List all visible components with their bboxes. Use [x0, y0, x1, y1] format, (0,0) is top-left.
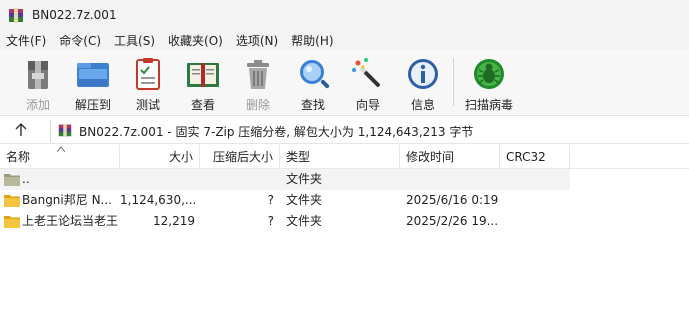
sort-ascending-icon: [57, 147, 65, 152]
archive-icon: [58, 123, 72, 137]
virus-scan-icon: [474, 59, 504, 89]
row-name: ..: [22, 172, 30, 186]
add-icon: [28, 61, 48, 89]
address-separator: [50, 120, 51, 142]
menu-commands[interactable]: 命令(C): [59, 32, 101, 49]
column-header-name[interactable]: 名称: [0, 145, 120, 169]
row-name: 上老王论坛当老王: [22, 214, 118, 228]
extract-to-button[interactable]: 解压到: [66, 55, 120, 113]
column-header-modified[interactable]: 修改时间: [400, 145, 500, 169]
menu-tools[interactable]: 工具(S): [114, 32, 155, 49]
test-button[interactable]: 测试: [121, 55, 175, 113]
folder-icon: [4, 216, 20, 228]
menu-file[interactable]: 文件(F): [6, 32, 46, 49]
info-button[interactable]: 信息: [396, 55, 450, 113]
file-list-header: 名称 大小 压缩后大小 类型 修改时间 CRC32: [0, 145, 689, 169]
extract-to-icon: [77, 63, 109, 87]
row-type: 文件夹: [286, 172, 323, 186]
test-icon: [136, 58, 160, 90]
window-title: BN022.7z.001: [32, 8, 117, 22]
title-bar: BN022.7z.001: [0, 0, 689, 30]
table-row[interactable]: 上老王论坛当老王 12,219 ? 文件夹 2025/2/26 19...: [0, 211, 570, 232]
row-size: 1,124,630,...: [120, 193, 195, 207]
find-button[interactable]: 查找: [286, 55, 340, 113]
folder-icon: [4, 174, 20, 186]
wizard-button[interactable]: 向导: [341, 55, 395, 113]
column-header-packed-size[interactable]: 压缩后大小: [200, 145, 280, 169]
column-header-crc32[interactable]: CRC32: [500, 145, 570, 169]
archive-path-text: BN022.7z.001 - 固实 7-Zip 压缩分卷, 解包大小为 1,12…: [79, 125, 474, 139]
menu-help[interactable]: 帮助(H): [291, 32, 333, 49]
table-row[interactable]: .. 文件夹: [0, 169, 570, 190]
delete-button[interactable]: 删除: [231, 55, 285, 113]
row-name: Bangni邦尼 N...: [22, 193, 112, 207]
address-bar: BN022.7z.001 - 固实 7-Zip 压缩分卷, 解包大小为 1,12…: [0, 117, 689, 144]
info-icon: [408, 59, 438, 89]
trash-icon: [247, 60, 269, 89]
scan-virus-button[interactable]: 扫描病毒: [459, 55, 519, 113]
wizard-wand-icon: [352, 58, 381, 88]
add-button[interactable]: 添加: [11, 55, 65, 113]
row-size: 12,219: [153, 214, 195, 228]
toolbar-separator: [453, 58, 454, 106]
winrar-app-icon: [9, 8, 23, 23]
up-arrow-icon[interactable]: [13, 122, 29, 138]
row-type: 文件夹: [286, 214, 323, 228]
column-header-type[interactable]: 类型: [280, 145, 400, 169]
row-packed-size: ?: [267, 214, 274, 228]
row-modified: 2025/6/16 0:19: [406, 193, 498, 207]
row-modified: 2025/2/26 19...: [406, 214, 498, 228]
view-book-icon: [187, 63, 219, 87]
toolbar: 添加 解压到 测试 查看 删除 查找 向导 信息 扫描病毒: [0, 50, 689, 116]
menu-favorites[interactable]: 收藏夹(O): [168, 32, 223, 49]
table-row[interactable]: Bangni邦尼 N... 1,124,630,... ? 文件夹 2025/6…: [0, 190, 570, 211]
menu-bar: 文件(F) 命令(C) 工具(S) 收藏夹(O) 选项(N) 帮助(H): [0, 30, 689, 50]
magnifier-icon: [300, 60, 330, 89]
column-header-size[interactable]: 大小: [120, 145, 200, 169]
row-packed-size: ?: [267, 193, 274, 207]
row-type: 文件夹: [286, 193, 323, 207]
folder-icon: [4, 195, 20, 207]
menu-options[interactable]: 选项(N): [236, 32, 278, 49]
view-button[interactable]: 查看: [176, 55, 230, 113]
